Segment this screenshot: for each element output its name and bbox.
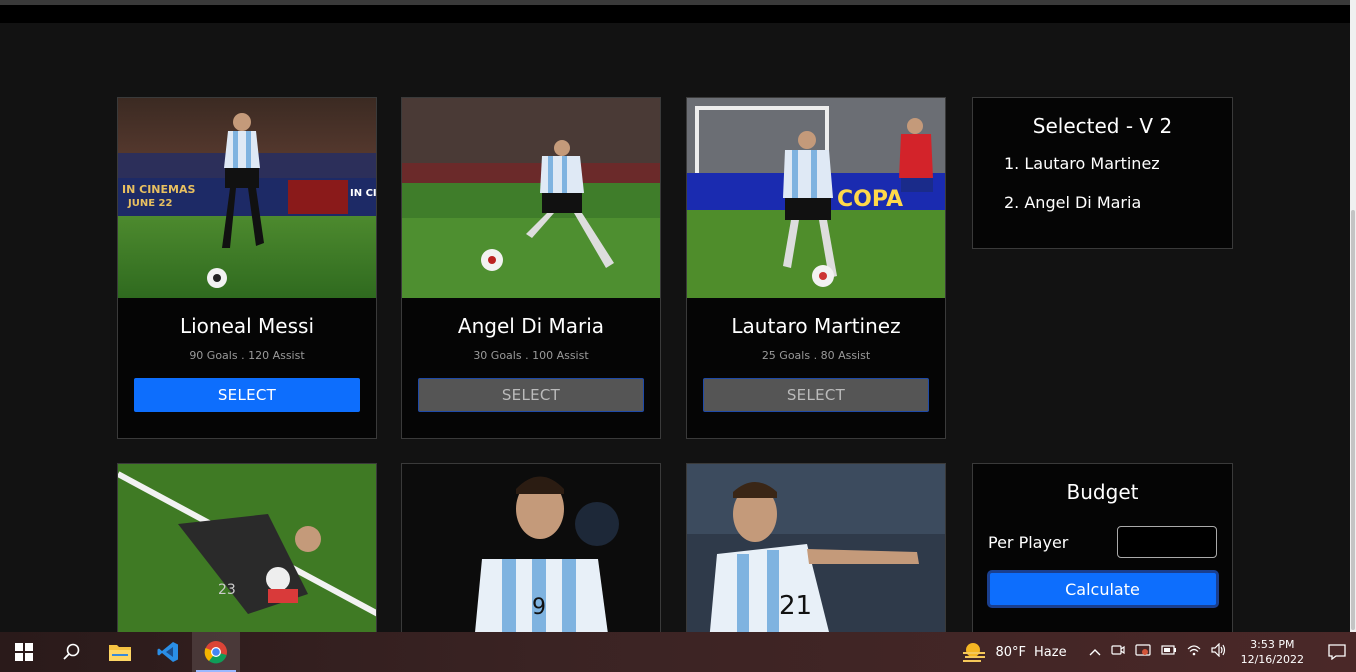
player-card-lautaro: COPA Lautaro Martinez 25 Goals . 80 Assi… <box>686 97 946 439</box>
weather-widget[interactable]: 80°F Haze <box>961 642 1067 662</box>
file-explorer-icon[interactable] <box>96 632 144 672</box>
selected-list: 1. Lautaro Martinez 2. Angel Di Maria <box>1004 154 1232 212</box>
vscode-icon[interactable] <box>144 632 192 672</box>
chrome-icon[interactable] <box>192 632 240 672</box>
svg-text:COPA: COPA <box>837 187 903 212</box>
player-name: Angel Di Maria <box>457 314 605 338</box>
calculate-button[interactable]: Calculate <box>986 570 1219 608</box>
selected-item: 1. Lautaro Martinez <box>1004 154 1160 173</box>
weather-temperature: 80°F <box>995 644 1027 660</box>
budget-panel: Budget Per Player Calculate <box>972 463 1233 632</box>
player-card-goalkeeper: 23 <box>117 463 377 632</box>
scrollbar-thumb[interactable] <box>1351 210 1355 630</box>
player-card-messi: IN CINEMAS JUNE 22 IN CI Lioneal Messi 9… <box>117 97 377 439</box>
player-photo-higuain: 9 <box>402 464 660 632</box>
page-content: IN CINEMAS JUNE 22 IN CI Lioneal Messi 9… <box>0 23 1350 632</box>
per-player-label: Per Player <box>988 532 1069 552</box>
tray-icons <box>1089 642 1227 661</box>
per-player-input[interactable] <box>1117 526 1217 558</box>
svg-text:IN CINEMAS: IN CINEMAS <box>122 183 195 196</box>
selected-item: 2. Angel Di Maria <box>1004 193 1142 212</box>
player-photo-goalkeeper: 23 <box>118 464 376 632</box>
windows-start-icon[interactable] <box>0 632 48 672</box>
meet-now-icon[interactable] <box>1110 643 1125 661</box>
svg-text:IN CI: IN CI <box>350 188 376 199</box>
selected-panel: Selected - V 2 1. Lautaro Martinez 2. An… <box>972 97 1233 249</box>
player-name: Lioneal Messi <box>179 314 315 338</box>
player-photo-messi: IN CINEMAS JUNE 22 IN CI <box>118 98 376 298</box>
search-icon[interactable] <box>48 632 96 672</box>
jersey-number: 23 <box>218 582 236 598</box>
player-name: Lautaro Martinez <box>731 314 901 338</box>
player-card-di-maria: Angel Di Maria 30 Goals . 100 Assist SEL… <box>401 97 661 439</box>
player-photo-dybala: 21 <box>687 464 945 632</box>
clock[interactable]: 3:53 PM 12/16/2022 <box>1241 637 1304 667</box>
player-photo-lautaro: COPA <box>687 98 945 298</box>
selected-title: Selected - V 2 <box>1032 114 1173 138</box>
budget-title: Budget <box>1066 480 1139 504</box>
per-player-row: Per Player <box>973 526 1232 558</box>
browser-top-bar <box>0 0 1350 23</box>
weather-description: Haze <box>1034 644 1067 660</box>
select-button-messi[interactable]: SELECT <box>134 378 360 412</box>
svg-text:JUNE 22: JUNE 22 <box>127 198 172 209</box>
player-stats: 90 Goals . 120 Assist <box>189 349 305 362</box>
page-scrollbar[interactable] <box>1350 0 1356 632</box>
select-button-di-maria[interactable]: SELECT <box>418 378 644 412</box>
player-stats: 25 Goals . 80 Assist <box>761 349 871 362</box>
player-photo-di-maria <box>402 98 660 298</box>
player-card-dybala: 21 <box>686 463 946 632</box>
haze-weather-icon <box>963 643 986 662</box>
windows-taskbar: 80°F Haze 3:53 PM 12/16/2022 <box>0 632 1356 672</box>
volume-icon[interactable] <box>1210 642 1227 661</box>
jersey-number: 9 <box>532 595 546 620</box>
player-stats: 30 Goals . 100 Assist <box>473 349 589 362</box>
battery-icon[interactable] <box>1160 644 1177 660</box>
clock-date: 12/16/2022 <box>1240 653 1304 666</box>
select-button-lautaro[interactable]: SELECT <box>703 378 929 412</box>
wifi-icon[interactable] <box>1187 644 1201 660</box>
clock-time: 3:53 PM <box>1250 638 1295 651</box>
jersey-number: 21 <box>779 591 812 621</box>
player-card-higuain: 9 <box>401 463 661 632</box>
screen-capture-icon[interactable] <box>1134 643 1151 661</box>
system-tray: 80°F Haze 3:53 PM 12/16/2022 <box>961 632 1356 672</box>
notification-icon[interactable] <box>1324 644 1350 660</box>
chevron-up-icon[interactable] <box>1089 644 1101 660</box>
